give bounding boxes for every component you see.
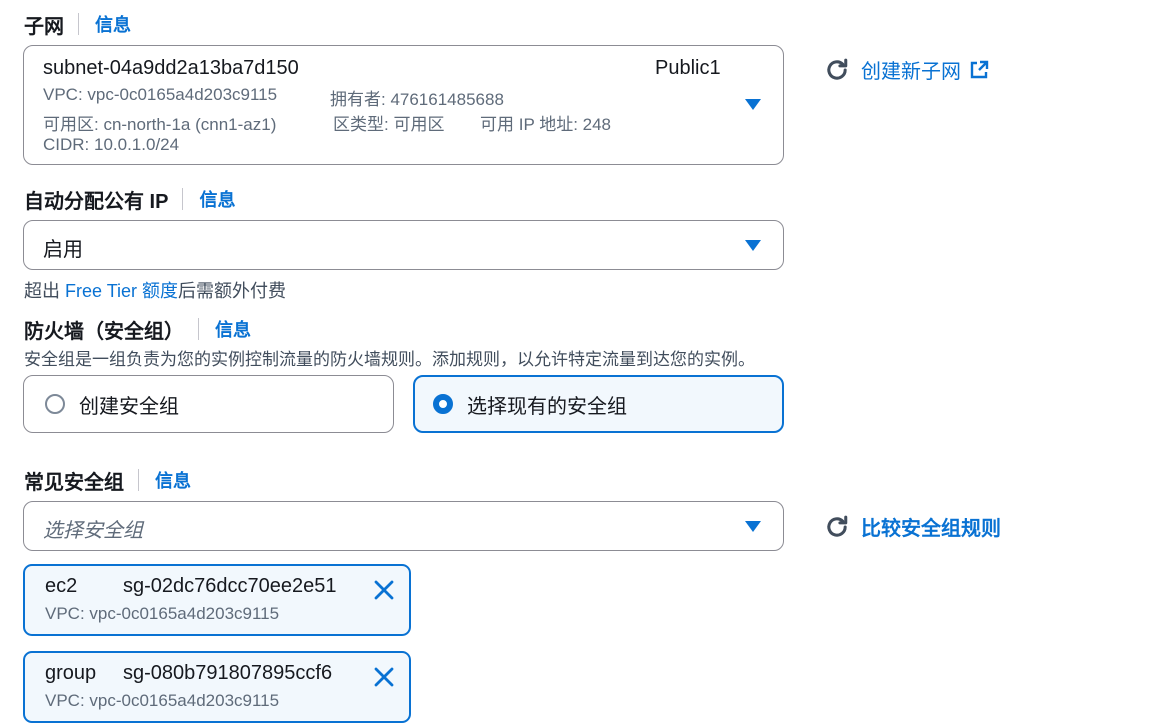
close-icon[interactable]	[373, 579, 395, 606]
subnet-zone-type: 区类型: 可用区	[333, 115, 445, 134]
close-icon[interactable]	[373, 666, 395, 693]
external-link-icon[interactable]	[969, 60, 989, 80]
free-tier-note: 超出 Free Tier 额度后需额外付费	[24, 277, 286, 303]
subnet-label-row: 子网 信息	[24, 10, 131, 38]
public-ip-info-link[interactable]: 信息	[199, 186, 235, 212]
sg-token-name: group	[45, 662, 97, 684]
sg-token-vpc: VPC: vpc-0c0165a4d203c9115	[45, 604, 280, 623]
subnet-select[interactable]: subnet-04a9dd2a13ba7d150 Public1 VPC: vp…	[23, 45, 784, 165]
refresh-icon[interactable]	[823, 513, 851, 541]
sg-token-vpc: VPC: vpc-0c0165a4d203c9115	[45, 691, 280, 710]
radio-unchecked-icon[interactable]	[45, 394, 65, 414]
free-tier-note-suffix: 后需额外付费	[178, 281, 287, 301]
common-sg-info-link[interactable]: 信息	[155, 467, 191, 493]
radio-select-existing-sg[interactable]: 选择现有的安全组	[413, 375, 784, 433]
sg-token: ec2 sg-02dc76dcc70ee2e51 VPC: vpc-0c0165…	[23, 564, 411, 636]
sg-token-id: sg-02dc76dcc70ee2e51	[123, 575, 337, 597]
label-separator	[198, 318, 199, 340]
create-subnet-action[interactable]: 创建新子网	[823, 55, 989, 84]
firewall-label-row: 防火墙（安全组） 信息	[24, 315, 251, 343]
refresh-icon[interactable]	[823, 56, 851, 84]
firewall-description: 安全组是一组负责为您的实例控制流量的防火墙规则。添加规则，以允许特定流量到达您的…	[24, 350, 755, 369]
subnet-id: subnet-04a9dd2a13ba7d150	[43, 57, 299, 79]
radio-create-sg-label: 创建安全组	[79, 395, 179, 418]
common-sg-label-row: 常见安全组 信息	[24, 466, 191, 494]
radio-create-sg[interactable]: 创建安全组	[23, 375, 394, 433]
free-tier-note-prefix: 超出	[24, 281, 66, 301]
subnet-available-ip: 可用 IP 地址: 248	[480, 115, 612, 134]
label-separator	[78, 13, 79, 35]
caret-down-icon	[745, 240, 761, 251]
subnet-label: 子网	[24, 15, 64, 38]
subnet-name: Public1	[655, 57, 721, 79]
public-ip-label-row: 自动分配公有 IP 信息	[24, 185, 235, 213]
public-ip-select[interactable]: 启用	[23, 220, 784, 270]
public-ip-value: 启用	[43, 239, 83, 261]
subnet-vpc: VPC: vpc-0c0165a4d203c9115	[43, 85, 278, 104]
caret-down-icon	[745, 99, 761, 110]
sg-token-name: ec2	[45, 575, 78, 597]
free-tier-link[interactable]: Free Tier 额度	[65, 281, 178, 301]
create-subnet-link[interactable]: 创建新子网	[861, 55, 961, 84]
sg-token-id: sg-080b791807895ccf6	[123, 662, 333, 684]
firewall-label: 防火墙（安全组）	[24, 320, 184, 343]
security-group-select[interactable]: 选择安全组	[23, 501, 784, 551]
compare-sg-rules-action[interactable]: 比较安全组规则	[823, 512, 1001, 541]
firewall-info-link[interactable]: 信息	[215, 316, 251, 342]
caret-down-icon	[745, 521, 761, 532]
sg-token: group sg-080b791807895ccf6 VPC: vpc-0c01…	[23, 651, 411, 723]
public-ip-label: 自动分配公有 IP	[24, 190, 169, 213]
subnet-cidr: CIDR: 10.0.1.0/24	[43, 135, 180, 154]
security-group-placeholder: 选择安全组	[43, 520, 143, 542]
label-separator	[182, 188, 184, 210]
radio-checked-icon[interactable]	[433, 394, 453, 414]
compare-sg-rules-link[interactable]: 比较安全组规则	[861, 512, 1001, 541]
radio-select-existing-sg-label: 选择现有的安全组	[467, 395, 627, 418]
subnet-az: 可用区: cn-north-1a (cnn1-az1)	[43, 115, 277, 134]
common-sg-label: 常见安全组	[24, 471, 124, 494]
label-separator	[138, 469, 139, 491]
subnet-info-link[interactable]: 信息	[95, 11, 131, 37]
subnet-owner: 拥有者: 476161485688	[330, 90, 504, 109]
